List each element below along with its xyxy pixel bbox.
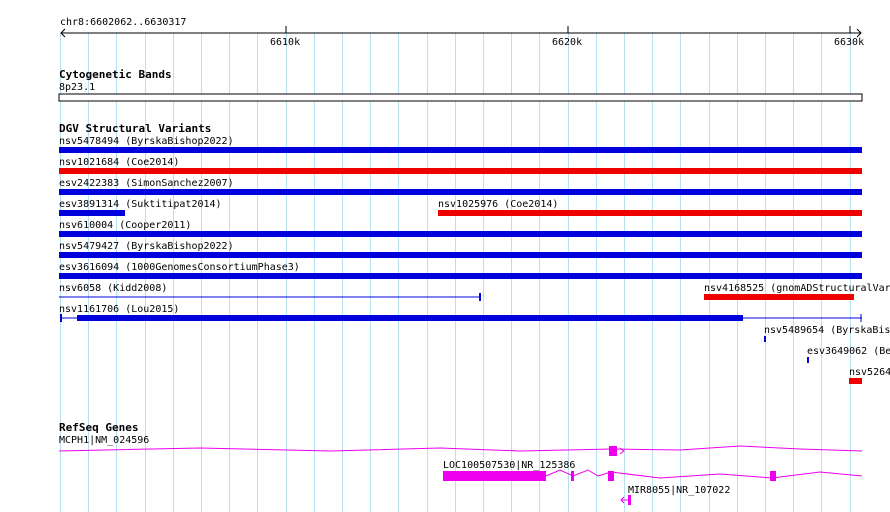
- variant-bar[interactable]: [59, 147, 862, 153]
- ruler-tick-label: 6630k: [834, 37, 864, 48]
- gene-label: MCPH1|NM_024596: [59, 435, 149, 446]
- gene-exon[interactable]: [608, 471, 614, 481]
- feature-label: nsv6058 (Kidd2008): [59, 283, 167, 294]
- feature-label: esv3649062 (Be: [807, 346, 890, 357]
- gene-intron-line[interactable]: [545, 469, 863, 479]
- gene-exon[interactable]: [443, 471, 546, 481]
- feature-label: esv3616094 (1000GenomesConsortiumPhase3): [59, 262, 300, 273]
- feature-label: nsv5264: [849, 367, 890, 378]
- ruler: chr8:6602062..6630317 6610k 6620k 6630k: [60, 17, 864, 48]
- track-title: DGV Structural Variants: [59, 122, 211, 135]
- gene-exon[interactable]: [628, 495, 631, 505]
- feature-label: nsv1021684 (Coe2014): [59, 157, 179, 168]
- variant-bar[interactable]: [807, 357, 809, 363]
- variant-bar[interactable]: [59, 273, 862, 279]
- feature-label: nsv5478494 (ByrskaBishop2022): [59, 136, 234, 147]
- variant-bar[interactable]: [59, 210, 125, 216]
- gene-intron-line[interactable]: [58, 445, 863, 452]
- cytoband-track: Cytogenetic Bands 8p23.1: [58, 68, 863, 102]
- feature-label: esv3891314 (Suktitipat2014): [59, 199, 222, 210]
- variant-bar[interactable]: [59, 189, 862, 195]
- feature-label: nsv5489654 (ByrskaBis: [764, 325, 890, 336]
- variant-bar[interactable]: [704, 294, 854, 300]
- ruler-tick-label: 6610k: [270, 37, 300, 48]
- gene-label: MIR8055|NR_107022: [628, 485, 730, 496]
- genome-browser: chr8:6602062..6630317 6610k 6620k 6630k …: [58, 17, 890, 512]
- ruler-location: chr8:6602062..6630317: [60, 17, 186, 28]
- gene-exon[interactable]: [770, 471, 776, 481]
- gene-exon[interactable]: [609, 446, 617, 456]
- feature-label: nsv4168525 (gnomADStructuralVar: [704, 283, 890, 294]
- variant-bar[interactable]: [849, 378, 862, 384]
- variant-bar[interactable]: [59, 231, 862, 237]
- ruler-tick-label: 6620k: [552, 37, 582, 48]
- feature-label: nsv1161706 (Lou2015): [59, 304, 179, 315]
- refseq-track: RefSeq Genes MCPH1|NM_024596 LOC10050753…: [58, 421, 863, 505]
- variant-bar[interactable]: [438, 210, 862, 216]
- gene-exon[interactable]: [571, 471, 574, 481]
- feature-label: nsv1025976 (Coe2014): [438, 199, 558, 210]
- feature-label: nsv5479427 (ByrskaBishop2022): [59, 241, 234, 252]
- cytoband-bar[interactable]: [58, 93, 863, 102]
- variant-bar[interactable]: [764, 336, 766, 342]
- gene-label: LOC100507530|NR_125386: [443, 460, 575, 471]
- variant-bar[interactable]: [59, 168, 862, 174]
- track-title: RefSeq Genes: [59, 421, 138, 434]
- feature-label: esv2422383 (SimonSanchez2007): [59, 178, 234, 189]
- variant-bar[interactable]: [59, 252, 862, 258]
- feature-label: nsv610004 (Cooper2011): [59, 220, 191, 231]
- cytoband-label: 8p23.1: [59, 82, 95, 93]
- track-title: Cytogenetic Bands: [59, 68, 172, 81]
- variant-bar[interactable]: [77, 315, 743, 321]
